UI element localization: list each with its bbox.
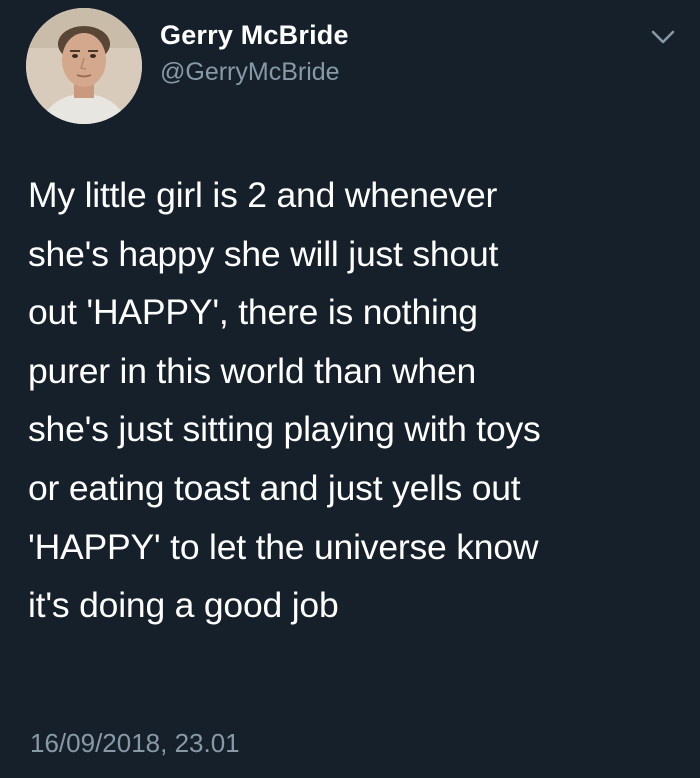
tweet-timestamp[interactable]: 16/09/2018, 23.01	[30, 728, 240, 759]
author-display-name[interactable]: Gerry McBride	[160, 20, 349, 51]
chevron-down-icon[interactable]	[648, 24, 678, 50]
tweet-text-line: she's happy she will just shout	[28, 233, 499, 274]
tweet-text-line: purer in this world than when	[28, 350, 477, 391]
tweet-text-line: it's doing a good job	[28, 585, 339, 626]
avatar-photo	[26, 8, 142, 124]
tweet-text-line: 'HAPPY' to let the universe know	[28, 526, 539, 567]
tweet-text-line: out 'HAPPY', there is nothing	[28, 292, 478, 333]
author-handle[interactable]: @GerryMcBride	[160, 58, 340, 87]
avatar[interactable]	[26, 8, 142, 124]
tweet-card: Gerry McBride @GerryMcBride My little gi…	[0, 0, 700, 778]
tweet-text-line: My little girl is 2 and whenever	[28, 175, 498, 215]
tweet-text: My little girl is 2 and whenever she's h…	[28, 166, 688, 635]
tweet-text-line: or eating toast and just yells out	[28, 467, 521, 508]
tweet-text-line: she's just sitting playing with toys	[28, 409, 541, 450]
